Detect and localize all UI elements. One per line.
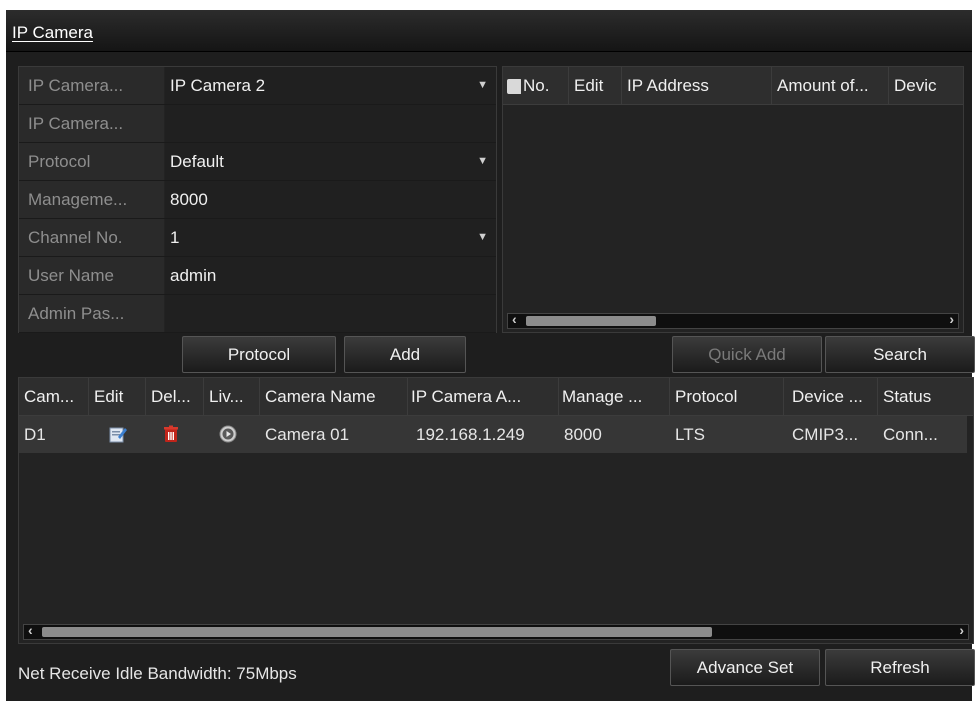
quick-add-button[interactable]: Quick Add	[672, 336, 822, 373]
cell-device-type: CMIP3...	[792, 425, 859, 444]
form-row-channel-no[interactable]: Channel No. 1 ▼	[19, 219, 496, 257]
chevron-down-icon[interactable]: ▼	[477, 143, 488, 180]
form-row-admin-password[interactable]: Admin Pas...	[19, 295, 496, 333]
scroll-left-icon[interactable]: ‹	[512, 311, 517, 327]
cell-ip-address: 192.168.1.249	[416, 425, 525, 444]
form-label: Protocol	[19, 143, 164, 180]
form-label: IP Camera...	[19, 67, 164, 104]
form-row-user-name[interactable]: User Name admin	[19, 257, 496, 295]
form-label: IP Camera...	[19, 105, 164, 142]
scroll-left-icon[interactable]: ‹	[28, 622, 33, 638]
column-header-device-type[interactable]: Device ...	[784, 378, 878, 415]
channel-no-select[interactable]: 1 ▼	[165, 219, 496, 256]
form-row-ip-camera-no[interactable]: IP Camera... IP Camera 2 ▼	[19, 67, 496, 105]
add-button[interactable]: Add	[344, 336, 466, 373]
column-header-delete[interactable]: Del...	[146, 378, 204, 415]
column-header-protocol[interactable]: Protocol	[670, 378, 784, 415]
admin-password-field[interactable]	[165, 295, 496, 332]
form-row-management-port[interactable]: Manageme... 8000	[19, 181, 496, 219]
table-row[interactable]: D1 Camera 01 192.168.1.249 8000 LTS CMIP…	[19, 416, 967, 453]
form-row-protocol[interactable]: Protocol Default ▼	[19, 143, 496, 181]
ip-camera-select[interactable]: IP Camera 2 ▼	[165, 67, 496, 104]
advance-set-button[interactable]: Advance Set	[670, 649, 820, 686]
scroll-thumb[interactable]	[42, 627, 712, 637]
form-label: Manageme...	[19, 181, 164, 218]
column-header-edit[interactable]: Edit	[89, 378, 146, 415]
search-horizontal-scrollbar[interactable]: ‹ ›	[507, 311, 959, 329]
search-button[interactable]: Search	[825, 336, 975, 373]
column-header-camera-no[interactable]: Cam...	[19, 378, 89, 415]
refresh-button[interactable]: Refresh	[825, 649, 975, 686]
scroll-right-icon[interactable]: ›	[949, 311, 954, 327]
column-header-edit[interactable]: Edit	[569, 67, 622, 104]
chevron-down-icon[interactable]: ▼	[477, 219, 488, 256]
title-bar: IP Camera	[6, 10, 972, 52]
scroll-thumb[interactable]	[526, 316, 656, 326]
window-title: IP Camera	[12, 23, 93, 42]
net-receive-bandwidth: Net Receive Idle Bandwidth: 75Mbps	[18, 664, 297, 683]
column-header-live-view[interactable]: Liv...	[204, 378, 260, 415]
column-header-amount[interactable]: Amount of...	[772, 67, 889, 104]
column-header-ip-address[interactable]: IP Address	[622, 67, 772, 104]
delete-icon[interactable]	[146, 416, 204, 453]
column-header-ip-camera-address[interactable]: IP Camera A...	[408, 378, 559, 415]
camera-settings-panel: IP Camera... IP Camera 2 ▼ IP Camera... P…	[18, 66, 497, 333]
search-results-panel: No. Edit IP Address Amount of... Devic ‹…	[502, 66, 964, 333]
search-table-header: No. Edit IP Address Amount of... Devic	[503, 67, 963, 105]
form-label: Admin Pas...	[19, 295, 164, 332]
form-label: User Name	[19, 257, 164, 294]
ip-camera-address-field[interactable]	[165, 105, 496, 142]
column-header-status[interactable]: Status	[878, 378, 973, 415]
cell-protocol: LTS	[675, 425, 705, 444]
cell-management-port: 8000	[564, 425, 602, 444]
select-all-checkbox[interactable]	[503, 67, 521, 104]
management-port-field[interactable]: 8000	[165, 181, 496, 218]
protocol-select[interactable]: Default ▼	[165, 143, 496, 180]
camera-list-horizontal-scrollbar[interactable]: ‹ ›	[23, 622, 969, 640]
scroll-right-icon[interactable]: ›	[959, 622, 964, 638]
live-view-play-icon[interactable]	[204, 416, 260, 453]
user-name-field[interactable]: admin	[165, 257, 496, 294]
cell-camera-no: D1	[24, 425, 46, 444]
protocol-button[interactable]: Protocol	[182, 336, 336, 373]
camera-list-panel: Cam... Edit Del... Liv... Camera Name IP…	[18, 377, 974, 644]
ip-camera-window: IP Camera IP Camera... IP Camera 2 ▼ IP C…	[6, 10, 975, 701]
form-label: Channel No.	[19, 219, 164, 256]
camera-table-header: Cam... Edit Del... Liv... Camera Name IP…	[19, 378, 973, 416]
column-header-management-port[interactable]: Manage ...	[559, 378, 670, 415]
column-header-device[interactable]: Devic	[889, 67, 963, 104]
column-header-no[interactable]: No.	[521, 67, 569, 104]
cell-status: Conn...	[883, 425, 938, 444]
edit-icon[interactable]	[89, 416, 146, 453]
form-row-ip-camera-address[interactable]: IP Camera...	[19, 105, 496, 143]
chevron-down-icon[interactable]: ▼	[477, 67, 488, 104]
cell-camera-name: Camera 01	[265, 425, 350, 444]
column-header-camera-name[interactable]: Camera Name	[260, 378, 408, 415]
